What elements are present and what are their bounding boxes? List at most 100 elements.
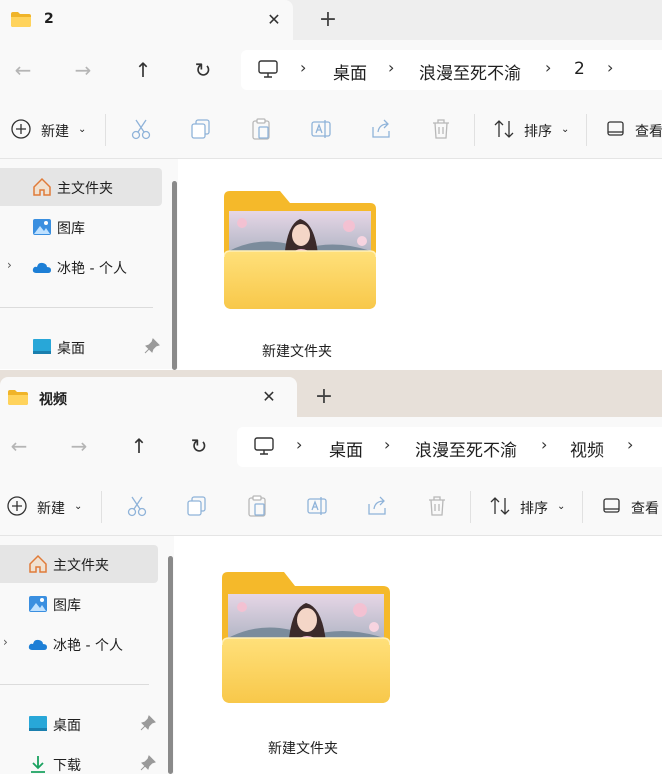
clipboard-icon[interactable] (250, 117, 272, 141)
sidebar-item-home[interactable]: 主文件夹 (0, 545, 158, 583)
cloud-icon (32, 262, 51, 273)
divider (0, 307, 153, 308)
tab-title: 2 (44, 11, 54, 27)
chevron-down-icon[interactable]: ⌄ (561, 124, 569, 135)
plus-icon[interactable]: + (316, 8, 340, 32)
view-button[interactable]: 查看 (635, 121, 662, 141)
sidebar-item-label: 冰艳 - 个人 (57, 261, 127, 277)
refresh-icon[interactable]: ↻ (190, 57, 216, 83)
copy-icon[interactable] (186, 494, 208, 518)
sidebar-item-gallery[interactable]: 图库 (0, 585, 162, 623)
folder-item[interactable]: 新建文件夹 (222, 572, 390, 762)
arrow-up-icon[interactable]: ↑ (126, 433, 152, 459)
sidebar-item-gallery[interactable]: 图库 (0, 208, 162, 246)
pin-icon[interactable] (144, 338, 160, 354)
sidebar-item-desktop[interactable]: 桌面 (0, 705, 162, 743)
home-icon (29, 554, 47, 573)
divider (105, 114, 106, 146)
navigation-pane: 主文件夹 图库 › 冰艳 - 个人 桌面 (0, 159, 178, 369)
tab-bar: 视频 ✕ + (0, 370, 662, 417)
copy-icon[interactable] (190, 117, 212, 141)
arrow-left-icon[interactable]: ← (6, 433, 32, 459)
arrow-up-icon[interactable]: ↑ (130, 57, 156, 83)
folder-item[interactable]: 新建文件夹 (224, 191, 376, 370)
sidebar-item-label: 图库 (53, 598, 81, 614)
chevron-down-icon[interactable]: ⌄ (78, 124, 86, 135)
desktop-icon (29, 716, 47, 731)
folder-name[interactable]: 新建文件夹 (262, 341, 332, 361)
new-button[interactable]: 新建 (37, 498, 65, 518)
rename-icon[interactable] (306, 494, 328, 518)
share-icon[interactable] (366, 494, 388, 518)
download-icon (31, 756, 45, 773)
chevron-right-icon[interactable]: › (3, 635, 8, 649)
chevron-right-icon[interactable]: › (541, 435, 547, 454)
chevron-right-icon[interactable]: › (384, 435, 390, 454)
breadcrumb-item[interactable]: 浪漫至死不渝 (419, 59, 521, 84)
gallery-icon (33, 219, 51, 235)
content-pane: 新建文件夹 (174, 536, 662, 774)
address-bar[interactable]: › 桌面 › 浪漫至死不渝 › 2 › (241, 50, 662, 90)
share-icon[interactable] (370, 117, 392, 141)
folder-thumbnail (222, 572, 390, 703)
chevron-right-icon[interactable]: › (300, 58, 306, 77)
scissors-icon[interactable] (126, 494, 148, 518)
cloud-icon (28, 639, 47, 650)
chevron-right-icon[interactable]: › (7, 258, 12, 272)
tab-active[interactable]: 视频 ✕ (0, 377, 297, 417)
folder-icon (11, 12, 31, 27)
divider (470, 491, 471, 523)
arrow-left-icon[interactable]: ← (10, 57, 36, 83)
breadcrumb-item[interactable]: 浪漫至死不渝 (415, 436, 517, 461)
chevron-right-icon[interactable]: › (545, 58, 551, 77)
refresh-icon[interactable]: ↻ (186, 433, 212, 459)
content-pane: 新建文件夹 (178, 159, 662, 369)
sidebar-item-desktop[interactable]: 桌面 (0, 328, 162, 366)
sort-button[interactable]: 排序 (524, 121, 552, 141)
breadcrumb-item[interactable]: 桌面 (333, 59, 367, 84)
new-button[interactable]: 新建 (41, 121, 69, 141)
chevron-right-icon[interactable]: › (296, 435, 302, 454)
chevron-right-icon[interactable]: › (388, 58, 394, 77)
chevron-right-icon[interactable]: › (607, 58, 613, 77)
plus-circle-icon[interactable] (10, 117, 32, 141)
trash-icon[interactable] (430, 117, 452, 141)
plus-icon[interactable]: + (312, 385, 336, 409)
breadcrumb-item[interactable]: 视频 (570, 436, 604, 461)
chevron-down-icon[interactable]: ⌄ (557, 501, 565, 512)
divider (101, 491, 102, 523)
close-icon[interactable]: ✕ (257, 385, 281, 409)
sidebar-item-onedrive[interactable]: › 冰艳 - 个人 (0, 625, 162, 663)
sidebar-item-onedrive[interactable]: › 冰艳 - 个人 (0, 248, 162, 286)
divider (474, 114, 475, 146)
chevron-right-icon[interactable]: › (627, 435, 633, 454)
chevron-down-icon[interactable]: ⌄ (74, 501, 82, 512)
sort-button[interactable]: 排序 (520, 498, 548, 518)
rename-icon[interactable] (310, 117, 332, 141)
arrow-right-icon[interactable]: → (66, 433, 92, 459)
close-icon[interactable]: ✕ (262, 8, 286, 32)
scissors-icon[interactable] (130, 117, 152, 141)
pin-icon[interactable] (140, 755, 156, 771)
divider (582, 491, 583, 523)
arrow-right-icon[interactable]: → (70, 57, 96, 83)
address-bar[interactable]: › 桌面 › 浪漫至死不渝 › 视频 › (237, 427, 662, 467)
view-button[interactable]: 查看 (631, 498, 659, 518)
pin-icon[interactable] (140, 715, 156, 731)
trash-icon[interactable] (426, 494, 448, 518)
breadcrumb-item[interactable]: 桌面 (329, 436, 363, 461)
sort-icon[interactable] (493, 117, 515, 141)
monitor-icon (258, 60, 278, 78)
sidebar-item-downloads[interactable]: 下载 (0, 745, 162, 774)
view-icon[interactable] (602, 494, 622, 518)
view-icon[interactable] (606, 117, 626, 141)
plus-circle-icon[interactable] (6, 494, 28, 518)
scrollbar[interactable] (168, 556, 173, 774)
tab-active[interactable]: 2 ✕ (0, 0, 293, 40)
sidebar-item-home[interactable]: 主文件夹 (0, 168, 162, 206)
scrollbar[interactable] (172, 181, 177, 370)
sort-icon[interactable] (489, 494, 511, 518)
folder-name[interactable]: 新建文件夹 (268, 738, 338, 758)
clipboard-icon[interactable] (246, 494, 268, 518)
breadcrumb-item[interactable]: 2 (574, 59, 585, 79)
